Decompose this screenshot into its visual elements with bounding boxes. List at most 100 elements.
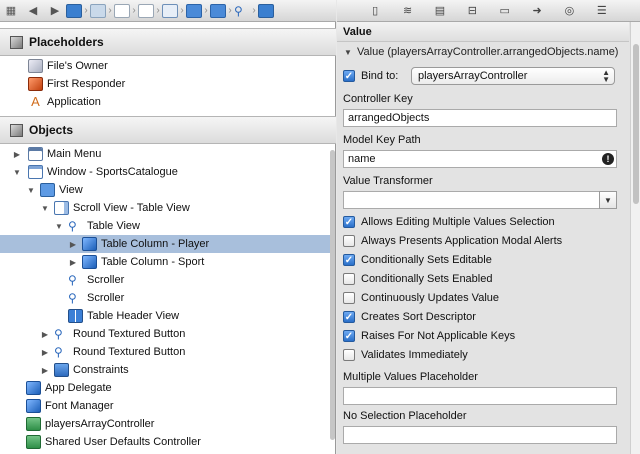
quick-help-icon[interactable]: ≋ — [401, 4, 415, 18]
disclosure-triangle-collapsed[interactable]: ▶ — [40, 366, 50, 375]
outline-item-scroller[interactable]: ⚲ Scroller — [0, 289, 330, 307]
disclosure-triangle-expanded[interactable]: ▼ — [54, 222, 64, 231]
option-checkbox[interactable]: ✓ — [343, 216, 355, 228]
outline-item-first-responder[interactable]: First Responder — [0, 75, 330, 93]
option-conditionally-sets-editable[interactable]: ✓ Conditionally Sets Editable — [343, 251, 492, 269]
outline-item-scroll-view[interactable]: ▼ Scroll View - Table View — [0, 199, 330, 217]
objects-header[interactable]: Objects — [0, 116, 336, 144]
disclosure-triangle-expanded[interactable]: ▼ — [343, 48, 353, 57]
outline-item-view[interactable]: ▼ View — [0, 181, 330, 199]
effects-icon[interactable]: ☰ — [595, 4, 609, 18]
bind-to-checkbox[interactable]: ✓ — [343, 70, 355, 82]
separator: › — [132, 5, 136, 16]
button-icon: ⚲ — [54, 345, 63, 359]
outline-item-label: Round Textured Button — [73, 346, 186, 358]
outline-item-files-owner[interactable]: File's Owner — [0, 57, 330, 75]
disclosure-triangle-expanded[interactable]: ▼ — [40, 204, 50, 213]
option-always-presents-modal-alerts[interactable]: Always Presents Application Modal Alerts — [343, 232, 562, 250]
disclosure-triangle-expanded[interactable]: ▼ — [12, 168, 22, 177]
attributes-icon[interactable]: ⊟ — [465, 4, 479, 18]
jumpbar-scroll-view[interactable] — [210, 0, 226, 22]
multiple-values-placeholder-field[interactable] — [343, 387, 617, 405]
jumpbar-file[interactable] — [66, 0, 82, 22]
model-key-path-field[interactable]: name ! — [343, 150, 617, 168]
outline-item-main-menu[interactable]: ▶ Main Menu — [0, 145, 330, 163]
option-checkbox[interactable]: ✓ — [343, 330, 355, 342]
outline-scrollbar[interactable] — [329, 146, 336, 454]
section-title: Value — [343, 25, 372, 38]
disclosure-triangle-collapsed[interactable]: ▶ — [40, 330, 50, 339]
bindings-icon[interactable]: ◎ — [562, 4, 576, 18]
outline-item-label: Window - SportsCatalogue — [47, 166, 178, 178]
inspector-scroll-thumb[interactable] — [633, 44, 639, 204]
option-checkbox[interactable]: ✓ — [343, 254, 355, 266]
jumpbar-window[interactable] — [162, 0, 178, 22]
option-creates-sort-descriptor[interactable]: ✓ Creates Sort Descriptor — [343, 308, 476, 326]
back-icon[interactable]: ◀ — [22, 0, 44, 22]
jumpbar-folder[interactable] — [90, 0, 106, 22]
outline-item-table-header-view[interactable]: Table Header View — [0, 307, 330, 325]
jumpbar-table-view[interactable]: ⚲ — [234, 0, 250, 22]
binding-path: Value (playersArrayController.arrangedOb… — [357, 46, 619, 58]
option-checkbox[interactable]: ✓ — [343, 311, 355, 323]
size-icon[interactable]: ▭ — [498, 4, 512, 18]
file-icon[interactable]: ▯ — [368, 4, 382, 18]
outline-item-scroller[interactable]: ⚲ Scroller — [0, 271, 330, 289]
disclosure-triangle-collapsed[interactable]: ▶ — [40, 348, 50, 357]
chevron-down-icon[interactable]: ▼ — [599, 191, 617, 209]
option-checkbox[interactable] — [343, 292, 355, 304]
outline-item-round-textured-button[interactable]: ▶ ⚲ Round Textured Button — [0, 325, 330, 343]
outline-item-application[interactable]: A Application — [0, 93, 330, 111]
outline-item-label: Scroll View - Table View — [73, 202, 190, 214]
outline-item-window[interactable]: ▼ Window - SportsCatalogue — [0, 163, 330, 181]
button-icon: ⚲ — [54, 327, 63, 341]
option-continuously-updates-value[interactable]: Continuously Updates Value — [343, 289, 499, 307]
model-key-path-label: Model Key Path — [343, 134, 421, 146]
jumpbar-group-2[interactable] — [138, 0, 154, 22]
cube-icon — [10, 123, 23, 137]
forward-icon[interactable]: ▶ — [44, 0, 66, 22]
outline-item-constraints[interactable]: ▶ Constraints — [0, 361, 330, 379]
no-selection-placeholder-field[interactable] — [343, 426, 617, 444]
option-checkbox[interactable] — [343, 349, 355, 361]
outline-item-label: Scroller — [87, 274, 125, 286]
option-validates-immediately[interactable]: Validates Immediately — [343, 346, 468, 364]
controller-key-field[interactable]: arrangedObjects — [343, 109, 617, 127]
outline-item-players-array-controller[interactable]: playersArrayController — [0, 415, 330, 433]
connections-icon[interactable]: ➜ — [530, 4, 544, 18]
outline-item-label: First Responder — [47, 78, 126, 90]
outline-item-table-column-sport[interactable]: ▶ Table Column - Sport — [0, 253, 330, 271]
scroller-icon: ⚲ — [68, 291, 77, 305]
disclosure-triangle-collapsed[interactable]: ▶ — [12, 150, 22, 159]
bind-to-popup[interactable]: playersArrayController ▲ ▼ — [411, 67, 615, 85]
table-view-icon: ⚲ — [234, 3, 243, 18]
disclosure-triangle-collapsed[interactable]: ▶ — [68, 240, 78, 249]
value-binding-disclosure[interactable]: ▼ Value (playersArrayController.arranged… — [343, 44, 618, 60]
option-conditionally-sets-enabled[interactable]: Conditionally Sets Enabled — [343, 270, 492, 288]
value-transformer-combo[interactable]: ▼ — [343, 191, 617, 209]
warning-icon[interactable]: ! — [602, 153, 614, 165]
jumpbar-table-column[interactable] — [258, 0, 274, 22]
separator: › — [156, 5, 160, 16]
outline-item-round-textured-button[interactable]: ▶ ⚲ Round Textured Button — [0, 343, 330, 361]
option-checkbox[interactable] — [343, 273, 355, 285]
outline-item-shared-user-defaults-controller[interactable]: Shared User Defaults Controller — [0, 433, 330, 451]
outline-item-table-column-player[interactable]: ▶ Table Column - Player — [0, 235, 330, 253]
option-checkbox[interactable] — [343, 235, 355, 247]
inspector-scrollbar[interactable] — [630, 22, 640, 454]
grid-icon[interactable]: ▦ — [0, 0, 22, 22]
jumpbar-view[interactable] — [186, 0, 202, 22]
jumpbar-group-1[interactable] — [114, 0, 130, 22]
table-header-icon — [68, 309, 83, 323]
identity-icon[interactable]: ▤ — [433, 4, 447, 18]
option-allows-editing-multiple-values[interactable]: ✓ Allows Editing Multiple Values Selecti… — [343, 213, 555, 231]
placeholders-header[interactable]: Placeholders — [0, 28, 336, 56]
outline-item-app-delegate[interactable]: App Delegate — [0, 379, 330, 397]
disclosure-triangle-collapsed[interactable]: ▶ — [68, 258, 78, 267]
outline-item-table-view[interactable]: ▼ ⚲ Table View — [0, 217, 330, 235]
option-raises-for-not-applicable-keys[interactable]: ✓ Raises For Not Applicable Keys — [343, 327, 515, 345]
outline-item-label: Table View — [87, 220, 140, 232]
outline-item-font-manager[interactable]: Font Manager — [0, 397, 330, 415]
disclosure-triangle-expanded[interactable]: ▼ — [26, 186, 36, 195]
outline-scroll-thumb[interactable] — [330, 150, 335, 440]
